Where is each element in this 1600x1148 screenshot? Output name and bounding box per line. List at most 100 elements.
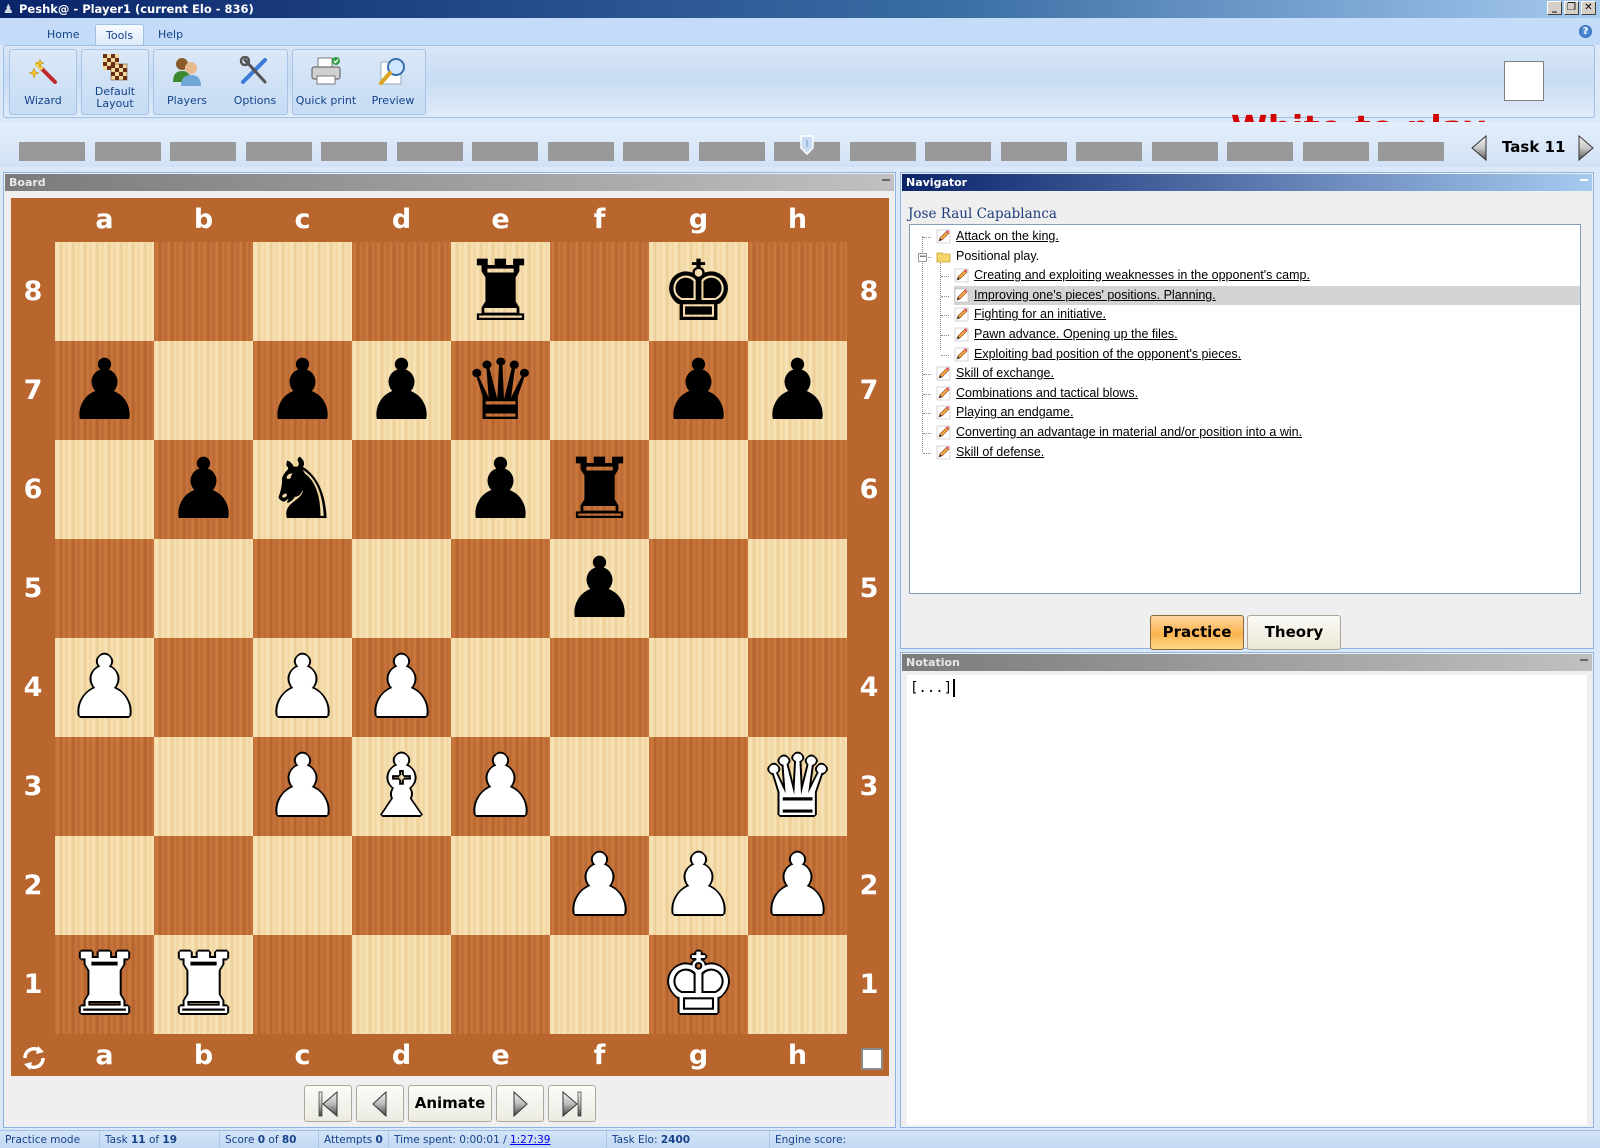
- white-pawn-c3[interactable]: ♟: [253, 737, 352, 836]
- square-d5[interactable]: [352, 539, 451, 638]
- square-c1[interactable]: [253, 935, 352, 1034]
- task-bar-14[interactable]: [1000, 142, 1067, 161]
- black-pawn-e6[interactable]: ♟: [451, 440, 550, 539]
- square-f4[interactable]: [550, 638, 649, 737]
- tree-item[interactable]: Improving one's pieces' positions. Plann…: [954, 285, 1580, 305]
- black-pawn-h7[interactable]: ♟: [748, 341, 847, 440]
- square-e7[interactable]: ♛: [451, 341, 550, 440]
- square-c8[interactable]: [253, 242, 352, 341]
- task-bar-9[interactable]: [623, 142, 689, 161]
- previous-task-button[interactable]: [1470, 135, 1488, 161]
- square-e8[interactable]: ♜: [451, 242, 550, 341]
- task-bar-15[interactable]: [1076, 142, 1142, 161]
- black-pawn-a7[interactable]: ♟: [55, 341, 154, 440]
- square-e6[interactable]: ♟: [451, 440, 550, 539]
- square-e5[interactable]: [451, 539, 550, 638]
- square-d6[interactable]: [352, 440, 451, 539]
- square-e1[interactable]: [451, 935, 550, 1034]
- white-rook-a1[interactable]: ♜: [55, 935, 154, 1034]
- square-d8[interactable]: [352, 242, 451, 341]
- black-pawn-f5[interactable]: ♟: [550, 539, 649, 638]
- square-b2[interactable]: [154, 836, 253, 935]
- task-bar-10[interactable]: [698, 142, 765, 161]
- previous-move-button[interactable]: [356, 1085, 404, 1122]
- square-b1[interactable]: ♜: [154, 935, 253, 1034]
- tab-home[interactable]: Home: [37, 24, 89, 45]
- square-c5[interactable]: [253, 539, 352, 638]
- black-pawn-d7[interactable]: ♟: [352, 341, 451, 440]
- task-bar-17[interactable]: [1227, 142, 1293, 161]
- minimize-panel-icon[interactable]: [882, 179, 890, 181]
- white-rook-b1[interactable]: ♜: [154, 935, 253, 1034]
- square-e2[interactable]: [451, 836, 550, 935]
- task-bar-12[interactable]: [849, 142, 916, 161]
- square-g8[interactable]: ♚: [649, 242, 748, 341]
- tab-help[interactable]: Help: [148, 24, 193, 45]
- square-g6[interactable]: [649, 440, 748, 539]
- minimize-panel-icon[interactable]: [1580, 659, 1588, 661]
- square-b7[interactable]: [154, 341, 253, 440]
- tab-tools[interactable]: Tools: [95, 24, 145, 45]
- square-a5[interactable]: [55, 539, 154, 638]
- white-king-g1[interactable]: ♚: [649, 935, 748, 1034]
- square-f3[interactable]: [550, 737, 649, 836]
- black-rook-e8[interactable]: ♜: [451, 242, 550, 341]
- options-button[interactable]: Options: [222, 50, 288, 114]
- square-a1[interactable]: ♜: [55, 935, 154, 1034]
- theory-button[interactable]: Theory: [1247, 615, 1341, 650]
- square-c2[interactable]: [253, 836, 352, 935]
- black-king-g8[interactable]: ♚: [649, 242, 748, 341]
- square-b8[interactable]: [154, 242, 253, 341]
- square-a2[interactable]: [55, 836, 154, 935]
- white-pawn-h2[interactable]: ♟: [748, 836, 847, 935]
- white-pawn-c4[interactable]: ♟: [253, 638, 352, 737]
- square-b6[interactable]: ♟: [154, 440, 253, 539]
- last-move-button[interactable]: [548, 1085, 596, 1122]
- black-rook-f6[interactable]: ♜: [550, 440, 649, 539]
- white-pawn-f2[interactable]: ♟: [550, 836, 649, 935]
- white-pawn-e3[interactable]: ♟: [451, 737, 550, 836]
- square-a6[interactable]: [55, 440, 154, 539]
- preview-button[interactable]: Preview: [360, 50, 426, 114]
- task-bar-3[interactable]: [170, 142, 236, 161]
- square-h6[interactable]: [748, 440, 847, 539]
- white-pawn-d4[interactable]: ♟: [352, 638, 451, 737]
- square-d2[interactable]: [352, 836, 451, 935]
- task-bar-13[interactable]: [925, 142, 991, 161]
- black-pawn-c7[interactable]: ♟: [253, 341, 352, 440]
- square-g5[interactable]: [649, 539, 748, 638]
- square-f5[interactable]: ♟: [550, 539, 649, 638]
- time-limit-link[interactable]: 1:27:39: [510, 1134, 550, 1146]
- black-pawn-b6[interactable]: ♟: [154, 440, 253, 539]
- square-f6[interactable]: ♜: [550, 440, 649, 539]
- square-a8[interactable]: [55, 242, 154, 341]
- square-g2[interactable]: ♟: [649, 836, 748, 935]
- white-bishop-d3[interactable]: ♝: [352, 737, 451, 836]
- task-bar-2[interactable]: [94, 142, 161, 161]
- square-b3[interactable]: [154, 737, 253, 836]
- square-d4[interactable]: ♟: [352, 638, 451, 737]
- collapse-toggle[interactable]: −: [918, 252, 927, 262]
- next-move-button[interactable]: [496, 1085, 544, 1122]
- square-g4[interactable]: [649, 638, 748, 737]
- square-c7[interactable]: ♟: [253, 341, 352, 440]
- first-move-button[interactable]: [304, 1085, 352, 1122]
- task-bar-1[interactable]: [19, 142, 85, 161]
- white-pawn-a4[interactable]: ♟: [55, 638, 154, 737]
- square-c4[interactable]: ♟: [253, 638, 352, 737]
- square-h8[interactable]: [748, 242, 847, 341]
- animate-button[interactable]: Animate: [408, 1085, 492, 1122]
- square-d1[interactable]: [352, 935, 451, 1034]
- default-layout-button[interactable]: Default Layout: [82, 50, 148, 114]
- next-task-button[interactable]: [1577, 135, 1595, 161]
- wizard-button[interactable]: Wizard: [10, 50, 76, 114]
- square-b4[interactable]: [154, 638, 253, 737]
- square-e3[interactable]: ♟: [451, 737, 550, 836]
- restore-button[interactable]: ❐: [1564, 1, 1579, 15]
- task-bar-18[interactable]: [1302, 142, 1369, 161]
- task-bar-6[interactable]: [396, 142, 463, 161]
- task-bar-19[interactable]: [1378, 142, 1444, 161]
- square-h4[interactable]: [748, 638, 847, 737]
- square-f7[interactable]: [550, 341, 649, 440]
- square-d3[interactable]: ♝: [352, 737, 451, 836]
